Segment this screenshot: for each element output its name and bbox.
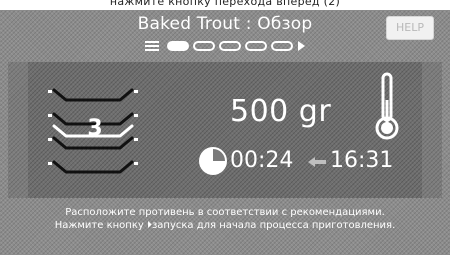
oven-screen: нажмите кнопку перехода вперед (2) Baked… xyxy=(0,0,450,255)
instruction-text: Расположите противень в соответствии с р… xyxy=(0,206,450,232)
top-caption: нажмите кнопку перехода вперед (2) xyxy=(0,0,450,10)
thermometer-icon[interactable] xyxy=(372,72,402,142)
progress-step-3 xyxy=(219,41,241,51)
instruction-line-1: Расположите противень в соответствии с р… xyxy=(65,207,385,218)
panel-right-edge xyxy=(422,62,442,198)
overview-panel: 3 500 gr 00:24 16:31 xyxy=(8,62,442,198)
end-time-icon xyxy=(308,157,326,167)
weight-value[interactable]: 500 gr xyxy=(230,94,331,129)
progress-indicator xyxy=(0,40,450,52)
progress-step-5 xyxy=(271,41,293,51)
instruction-line-2: Нажмите кнопку ⏵запуска для начала проце… xyxy=(54,220,396,231)
progress-step-2 xyxy=(193,41,215,51)
page-title: Baked Trout : Обзор xyxy=(137,14,313,34)
timer-icon xyxy=(199,147,227,175)
panel-left-edge xyxy=(8,62,28,198)
help-button[interactable]: HELP xyxy=(386,16,434,40)
progress-step-1 xyxy=(167,41,189,51)
cook-time-value[interactable]: 00:24 xyxy=(230,148,293,173)
next-arrow-icon[interactable] xyxy=(298,41,305,51)
end-time-value[interactable]: 16:31 xyxy=(330,148,393,173)
rack-level-number: 3 xyxy=(87,116,103,141)
progress-step-4 xyxy=(245,41,267,51)
steps-menu-icon[interactable] xyxy=(145,41,159,51)
rack-position[interactable]: 3 xyxy=(48,80,140,184)
